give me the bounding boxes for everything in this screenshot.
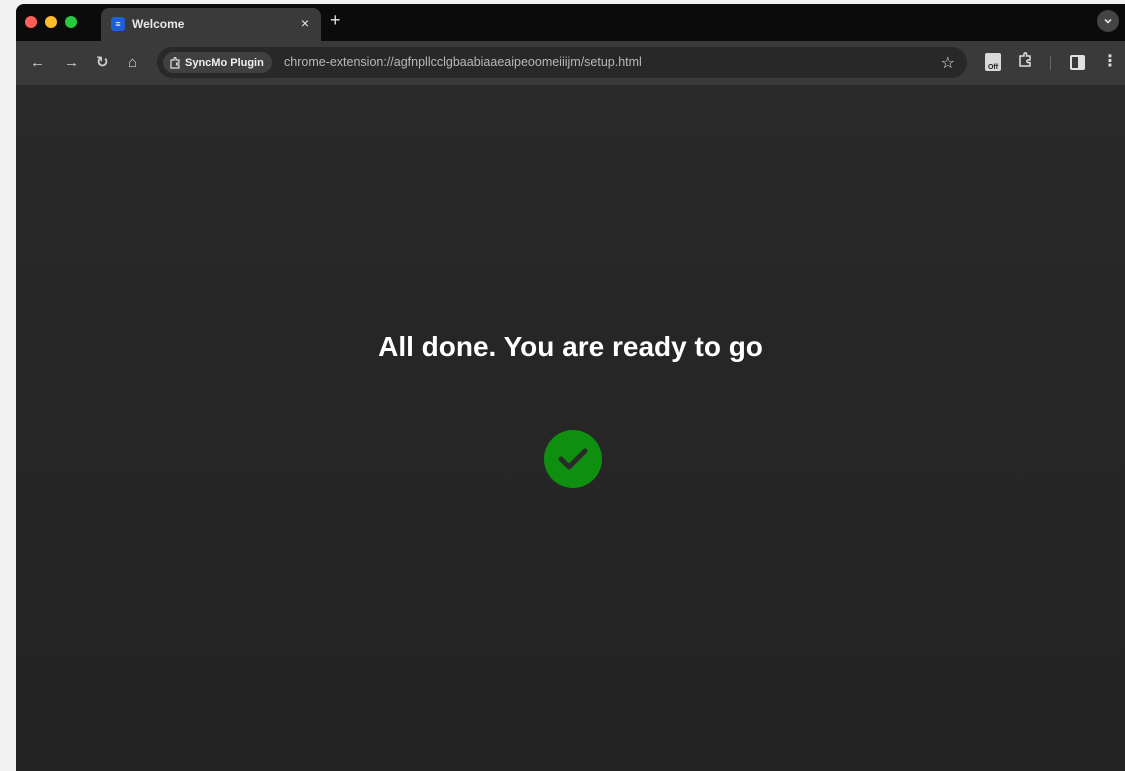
reload-icon[interactable]: ↻ [96, 54, 109, 72]
menu-icon[interactable]: ⋮ [1102, 51, 1118, 71]
window-minimize-button[interactable] [45, 16, 57, 28]
toolbar: ← → ↻ ⌂ SyncMo Plugin chrome-extension:/… [16, 41, 1125, 86]
favicon-icon: ≡ [111, 17, 125, 31]
chevron-down-icon [1104, 18, 1112, 24]
extension-icon [170, 56, 180, 69]
browser-window: ≡ Welcome × + ← → ↻ ⌂ SyncMo Plugin chro… [16, 4, 1125, 771]
forward-icon[interactable]: → [64, 54, 79, 72]
toolbar-divider [1050, 56, 1051, 70]
tab-strip: ≡ Welcome × + [16, 4, 1125, 41]
window-maximize-button[interactable] [65, 16, 77, 28]
tab-search-button[interactable] [1097, 10, 1119, 32]
tab-title: Welcome [132, 17, 185, 31]
new-tab-button[interactable]: + [330, 10, 341, 31]
bookmark-star-icon[interactable]: ☆ [941, 53, 955, 73]
extensions-puzzle-icon[interactable] [1017, 52, 1033, 72]
site-chip-label: SyncMo Plugin [185, 56, 264, 69]
tab-close-icon[interactable]: × [301, 15, 309, 31]
tab-welcome[interactable]: ≡ Welcome × [101, 8, 321, 41]
extension-off-icon[interactable]: Off [985, 53, 1001, 71]
side-panel-icon[interactable] [1070, 55, 1085, 70]
page-title: All done. You are ready to go [378, 331, 763, 362]
page-content: All done. You are ready to go [16, 86, 1125, 771]
site-chip[interactable]: SyncMo Plugin [163, 52, 272, 73]
window-close-button[interactable] [25, 16, 37, 28]
back-icon[interactable]: ← [30, 54, 45, 72]
success-check-icon [544, 430, 602, 488]
home-icon[interactable]: ⌂ [128, 54, 137, 72]
url-text: chrome-extension://agfnpllcclgbaabiaaeai… [284, 55, 642, 69]
address-bar[interactable]: SyncMo Plugin chrome-extension://agfnpll… [157, 47, 967, 78]
